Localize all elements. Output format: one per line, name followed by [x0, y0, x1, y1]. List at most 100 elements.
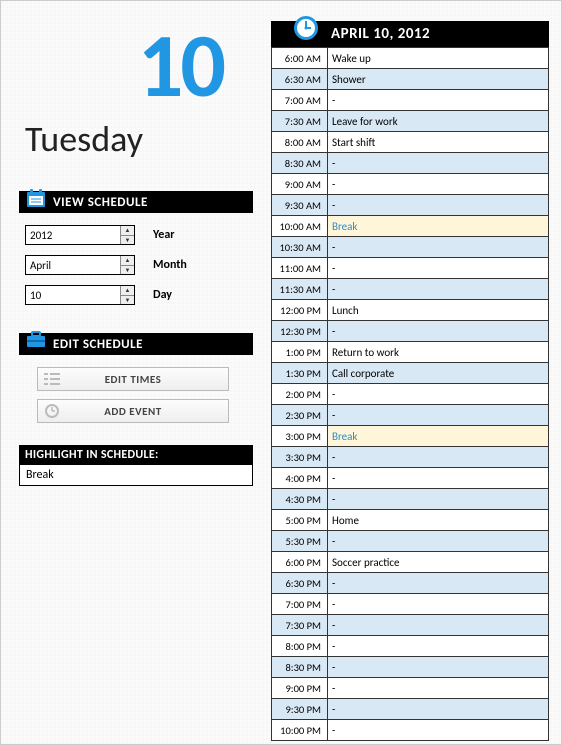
time-cell: 4:30 PM — [272, 489, 328, 510]
time-cell: 6:00 AM — [272, 48, 328, 69]
event-cell[interactable]: - — [328, 573, 549, 594]
event-cell[interactable]: Call corporate — [328, 363, 549, 384]
table-row: 8:00 AMStart shift — [272, 132, 549, 153]
event-cell[interactable]: - — [328, 699, 549, 720]
event-cell[interactable]: - — [328, 384, 549, 405]
table-row: 5:30 PM- — [272, 531, 549, 552]
time-cell: 6:30 PM — [272, 573, 328, 594]
table-row: 10:00 PM- — [272, 720, 549, 741]
view-schedule-title: VIEW SCHEDULE — [53, 195, 148, 210]
table-row: 1:00 PMReturn to work — [272, 342, 549, 363]
year-spinner-arrows[interactable]: ▲▼ — [120, 226, 134, 244]
schedule-date-text: APRIL 10, 2012 — [331, 25, 430, 43]
time-cell: 11:00 AM — [272, 258, 328, 279]
table-row: 3:00 PMBreak — [272, 426, 549, 447]
year-value[interactable]: 2012 — [26, 226, 120, 244]
event-cell[interactable]: - — [328, 174, 549, 195]
time-cell: 8:00 AM — [272, 132, 328, 153]
table-row: 2:30 PM- — [272, 405, 549, 426]
year-label: Year — [153, 228, 175, 242]
day-value[interactable]: 10 — [26, 286, 120, 304]
time-cell: 1:30 PM — [272, 363, 328, 384]
time-cell: 3:30 PM — [272, 447, 328, 468]
highlight-value[interactable]: Break — [19, 465, 253, 486]
event-cell[interactable]: - — [328, 468, 549, 489]
event-cell[interactable]: - — [328, 615, 549, 636]
event-cell[interactable]: - — [328, 594, 549, 615]
briefcase-icon — [25, 329, 47, 349]
event-cell[interactable]: - — [328, 657, 549, 678]
clock-small-icon — [38, 404, 66, 418]
month-label: Month — [153, 258, 187, 272]
table-row: 11:00 AM- — [272, 258, 549, 279]
table-row: 6:00 PMSoccer practice — [272, 552, 549, 573]
daily-schedule-page: 10 Tuesday VIEW SCHEDULE 2012 ▲▼ Year Ap… — [0, 0, 562, 745]
time-cell: 7:00 AM — [272, 90, 328, 111]
time-cell: 9:30 PM — [272, 699, 328, 720]
event-cell[interactable]: Return to work — [328, 342, 549, 363]
event-cell[interactable]: Break — [328, 426, 549, 447]
table-row: 8:00 PM- — [272, 636, 549, 657]
day-number: 10 — [19, 21, 253, 111]
table-row: 9:00 PM- — [272, 678, 549, 699]
table-row: 6:30 PM- — [272, 573, 549, 594]
table-row: 9:30 PM- — [272, 699, 549, 720]
event-cell[interactable]: - — [328, 321, 549, 342]
event-cell[interactable]: - — [328, 489, 549, 510]
time-cell: 6:00 PM — [272, 552, 328, 573]
schedule-date-header: APRIL 10, 2012 — [271, 21, 549, 47]
day-label: Day — [153, 288, 172, 302]
event-cell[interactable]: - — [328, 405, 549, 426]
event-cell[interactable]: - — [328, 531, 549, 552]
event-cell[interactable]: - — [328, 279, 549, 300]
month-input[interactable]: April ▲▼ — [25, 255, 135, 275]
highlight-header: HIGHLIGHT IN SCHEDULE: — [19, 445, 253, 465]
table-row: 8:30 PM- — [272, 657, 549, 678]
time-cell: 5:30 PM — [272, 531, 328, 552]
event-cell[interactable]: Home — [328, 510, 549, 531]
edit-times-label: EDIT TIMES — [66, 373, 228, 386]
time-cell: 7:30 PM — [272, 615, 328, 636]
table-row: 6:00 AMWake up — [272, 48, 549, 69]
event-cell[interactable]: Wake up — [328, 48, 549, 69]
table-row: 12:00 PMLunch — [272, 300, 549, 321]
time-cell: 10:00 AM — [272, 216, 328, 237]
event-cell[interactable]: Break — [328, 216, 549, 237]
table-row: 7:00 PM- — [272, 594, 549, 615]
table-row: 7:30 AMLeave for work — [272, 111, 549, 132]
event-cell[interactable]: - — [328, 678, 549, 699]
event-cell[interactable]: - — [328, 720, 549, 741]
event-cell[interactable]: Leave for work — [328, 111, 549, 132]
event-cell[interactable]: - — [328, 258, 549, 279]
time-cell: 2:00 PM — [272, 384, 328, 405]
schedule-table: 6:00 AMWake up6:30 AMShower7:00 AM-7:30 … — [271, 47, 549, 741]
left-panel: 10 Tuesday VIEW SCHEDULE 2012 ▲▼ Year Ap… — [1, 1, 271, 744]
edit-schedule-header: EDIT SCHEDULE — [19, 333, 253, 355]
table-row: 1:30 PMCall corporate — [272, 363, 549, 384]
time-cell: 7:00 PM — [272, 594, 328, 615]
month-spinner-arrows[interactable]: ▲▼ — [120, 256, 134, 274]
event-cell[interactable]: Soccer practice — [328, 552, 549, 573]
event-cell[interactable]: - — [328, 195, 549, 216]
edit-times-button[interactable]: EDIT TIMES — [37, 367, 229, 391]
table-row: 2:00 PM- — [272, 384, 549, 405]
day-input[interactable]: 10 ▲▼ — [25, 285, 135, 305]
event-cell[interactable]: - — [328, 153, 549, 174]
event-cell[interactable]: Lunch — [328, 300, 549, 321]
event-cell[interactable]: Shower — [328, 69, 549, 90]
month-value[interactable]: April — [26, 256, 120, 274]
event-cell[interactable]: - — [328, 636, 549, 657]
year-input[interactable]: 2012 ▲▼ — [25, 225, 135, 245]
event-cell[interactable]: Start shift — [328, 132, 549, 153]
event-cell[interactable]: - — [328, 90, 549, 111]
table-row: 11:30 AM- — [272, 279, 549, 300]
day-spinner-arrows[interactable]: ▲▼ — [120, 286, 134, 304]
event-cell[interactable]: - — [328, 447, 549, 468]
right-panel: APRIL 10, 2012 6:00 AMWake up6:30 AMShow… — [271, 1, 561, 744]
time-cell: 10:30 AM — [272, 237, 328, 258]
calendar-icon — [25, 187, 47, 209]
event-cell[interactable]: - — [328, 237, 549, 258]
table-row: 7:00 AM- — [272, 90, 549, 111]
time-cell: 8:00 PM — [272, 636, 328, 657]
add-event-button[interactable]: ADD EVENT — [37, 399, 229, 423]
